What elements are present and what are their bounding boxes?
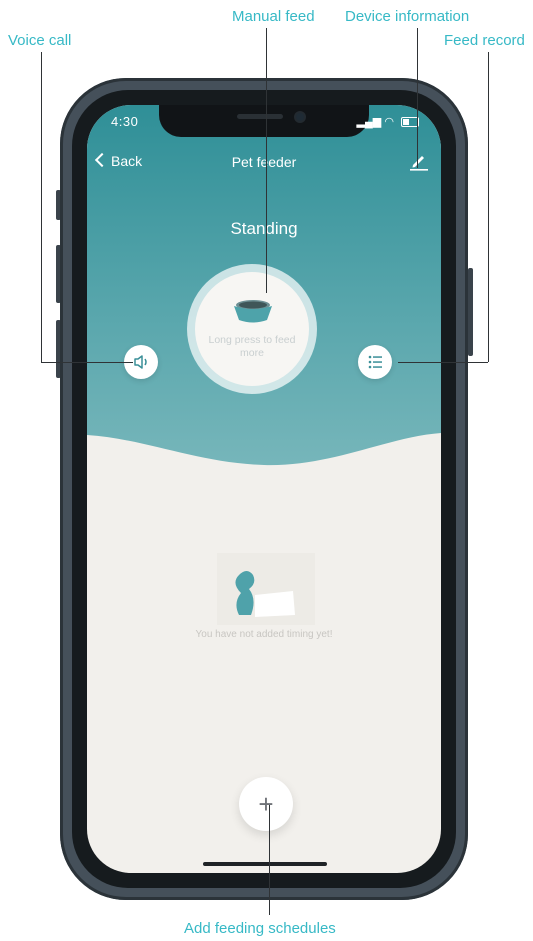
front-camera [296,113,304,121]
device-status: Standing [230,219,298,238]
feed-record-button[interactable] [358,345,392,379]
app-screen: 4:30 ▂▄▆ ◠ Back Pet feeder Standing Long… [87,105,441,873]
callout-add-feeding-schedules: Add feeding schedules [184,920,336,937]
feed-record-callout-line-horizontal [398,362,488,363]
device-info-callout-line [417,28,418,168]
callout-manual-feed: Manual feed [232,8,315,25]
pencil-icon[interactable] [409,151,429,171]
food-bowl-icon [234,300,272,323]
earpiece-speaker [237,114,283,119]
wifi-icon: ◠ [384,116,394,128]
home-indicator [203,862,327,866]
manual-feed-label: Long press to feed more [208,334,296,359]
empty-state-illustration [211,553,321,633]
voice-call-callout-line-horizontal [41,362,133,363]
notch [159,105,369,137]
header-wave [87,405,441,495]
status-time: 4:30 [111,114,139,129]
power-button [468,268,473,356]
list-icon [368,355,382,369]
callout-device-information: Device information [345,8,470,25]
add-schedule-callout-line [269,805,270,915]
manual-feed-callout-line [266,28,267,293]
voice-call-callout-line-vertical [41,52,42,362]
empty-state-text: You have not added timing yet! [195,629,333,640]
callout-feed-record: Feed record [444,32,525,49]
page-title: Pet feeder [231,154,297,170]
callout-voice-call: Voice call [8,32,72,49]
plus-icon: + [258,789,274,819]
phone-frame: 4:30 ▂▄▆ ◠ Back Pet feeder Standing Long… [60,78,468,900]
add-schedule-button[interactable]: + [239,777,293,831]
manual-feed-button[interactable]: Long press to feed more [195,272,309,386]
signal-icon: ▂▄▆ [356,116,382,128]
status-icons: ▂▄▆ ◠ [357,115,419,128]
feed-record-callout-line-vertical [488,52,489,362]
